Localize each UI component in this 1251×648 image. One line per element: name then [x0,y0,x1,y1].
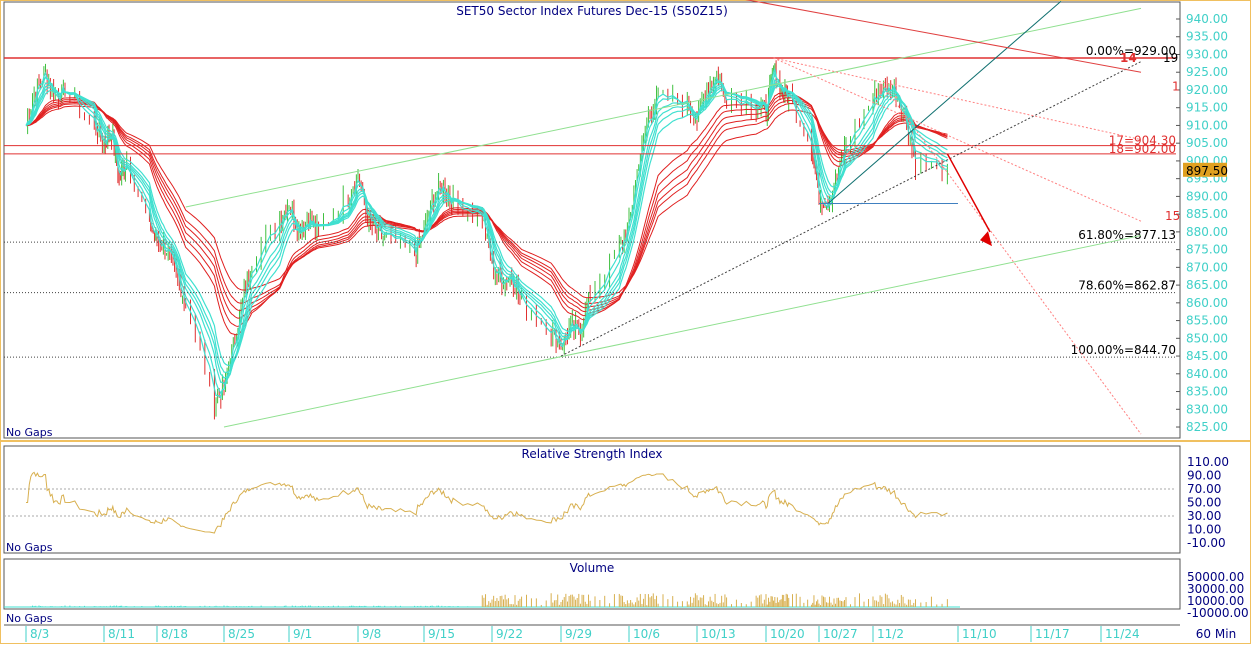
line-label: 14 [1120,51,1137,65]
price-no-gaps-label: No Gaps [6,426,53,439]
date-tick-label: 11/17 [1035,627,1070,641]
volume-no-gaps-label: No Gaps [6,612,53,625]
price-axis-tick: 920.00 [1186,83,1228,97]
fib-level-label: 61.80%=877.13 [1078,228,1176,242]
date-tick-label: 11/24 [1105,627,1140,641]
fib-level-label: 100.00%=844.70 [1071,343,1176,357]
price-axis-tick: 840.00 [1186,367,1228,381]
price-axis-tick: 880.00 [1186,225,1228,239]
price-axis-tick: 935.00 [1186,30,1228,44]
date-tick-label: 9/1 [293,627,312,641]
rsi-axis-tick: 90.00 [1187,469,1221,483]
date-tick-label: 11/10 [962,627,997,641]
price-axis-tick: 860.00 [1186,296,1228,310]
chart-title: SET50 Sector Index Futures Dec-15 (S50Z1… [456,4,728,18]
volume-axis-tick: -10000.00 [1187,606,1249,620]
date-tick-label: 8/25 [228,627,255,641]
date-tick-label: 10/20 [770,627,805,641]
rsi-axis-tick: 70.00 [1187,482,1221,496]
date-tick-label: 10/27 [823,627,858,641]
price-axis-tick: 910.00 [1186,118,1228,132]
date-tick-label: 9/15 [428,627,455,641]
price-axis-tick: 825.00 [1186,420,1228,434]
rsi-axis-tick: 30.00 [1187,509,1221,523]
price-axis-tick: 925.00 [1186,65,1228,79]
date-tick-label: 8/18 [161,627,188,641]
date-tick-label: 10/13 [701,627,736,641]
price-axis-tick: 850.00 [1186,331,1228,345]
date-tick-label: 10/6 [633,627,660,641]
price-axis-tick: 885.00 [1186,207,1228,221]
price-axis-tick: 870.00 [1186,260,1228,274]
timeframe-label[interactable]: 60 Min [1196,627,1236,641]
price-axis-tick: 865.00 [1186,278,1228,292]
date-tick-label: 9/8 [362,627,381,641]
rsi-axis-tick: 110.00 [1187,455,1229,469]
date-tick-label: 9/22 [496,627,523,641]
price-axis-tick: 830.00 [1186,402,1228,416]
line-label: 1 [1172,79,1180,93]
date-tick-label: 8/3 [30,627,49,641]
price-axis-tick: 940.00 [1186,12,1228,26]
chart-window: SET50 Sector Index Futures Dec-15 (S50Z1… [0,0,1251,644]
rsi-axis-tick: -10.00 [1187,536,1226,550]
price-axis-tick: 905.00 [1186,136,1228,150]
rsi-axis-tick: 50.00 [1187,496,1221,510]
volume-title: Volume [570,561,615,575]
date-tick-label: 9/29 [565,627,592,641]
rsi-title: Relative Strength Index [522,447,663,461]
rsi-axis-tick: 10.00 [1187,523,1221,537]
price-axis-tick: 890.00 [1186,189,1228,203]
fib-level-label: 78.60%=862.87 [1078,279,1176,293]
price-axis-tick: 845.00 [1186,349,1228,363]
resistance-level-label: 18=902.00 [1109,142,1176,156]
price-axis-tick: 915.00 [1186,101,1228,115]
price-axis-tick: 875.00 [1186,243,1228,257]
price-axis-tick: 835.00 [1186,385,1228,399]
date-tick-label: 8/11 [108,627,135,641]
chart-svg: SET50 Sector Index Futures Dec-15 (S50Z1… [0,0,1251,644]
rsi-panel[interactable] [3,445,1181,554]
last-price-value: 897.50 [1186,164,1228,178]
line-label: 15 [1165,209,1180,223]
rsi-no-gaps-label: No Gaps [6,541,53,554]
line-label: 19 [1163,51,1178,65]
date-tick-label: 11/2 [877,627,904,641]
price-axis-tick: 930.00 [1186,47,1228,61]
price-axis-tick: 855.00 [1186,314,1228,328]
